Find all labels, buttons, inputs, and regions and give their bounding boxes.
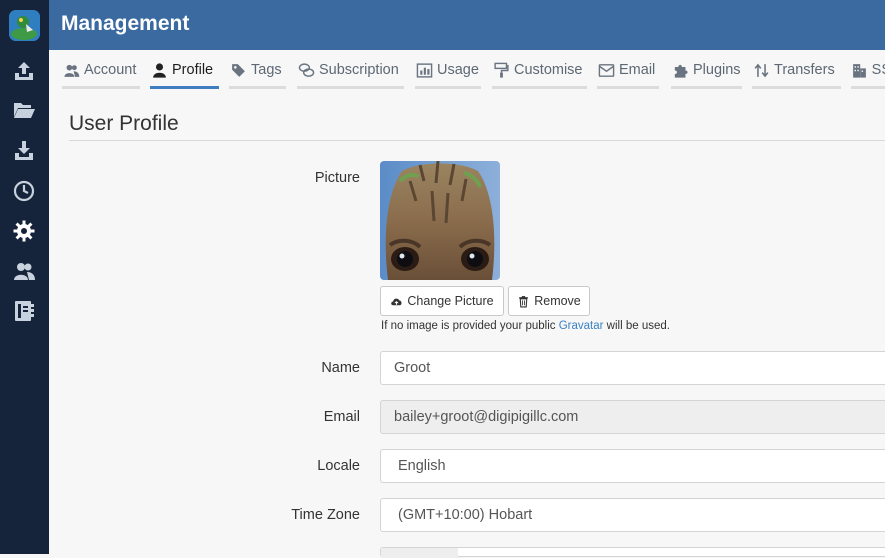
tab-label: Subscription	[319, 62, 399, 78]
clock-icon[interactable]	[10, 178, 38, 204]
tab-usage[interactable]: Usage	[415, 50, 481, 90]
name-field[interactable]: Groot	[380, 351, 885, 385]
building-icon	[851, 62, 869, 79]
name-label: Name	[321, 360, 360, 376]
timezone-select[interactable]: (GMT+10:00) Hobart	[380, 498, 885, 532]
tab-tags[interactable]: Tags	[229, 50, 286, 90]
gear-icon[interactable]	[10, 218, 38, 244]
picture-help-text: If no image is provided your public Grav…	[381, 320, 670, 332]
page-title: User Profile	[69, 112, 179, 135]
remove-picture-label: Remove	[534, 294, 581, 308]
coins-icon	[297, 62, 316, 79]
tab-label: Transfers	[774, 62, 835, 78]
tab-plugins[interactable]: Plugins	[671, 50, 742, 90]
locale-select[interactable]: English	[380, 449, 885, 483]
app-logo[interactable]	[9, 10, 40, 41]
remove-picture-button[interactable]: Remove	[508, 286, 590, 316]
download-icon[interactable]	[10, 138, 38, 164]
tab-profile[interactable]: Profile	[150, 50, 219, 90]
tab-transfers[interactable]: Transfers	[752, 50, 841, 90]
user-icon	[150, 62, 169, 79]
locale-label: Locale	[317, 458, 360, 474]
email-label: Email	[323, 409, 360, 425]
gravatar-link[interactable]: Gravatar	[559, 320, 604, 332]
next-field-partial[interactable]	[380, 547, 885, 558]
tab-label: Account	[84, 62, 137, 78]
tab-label: Customise	[514, 62, 583, 78]
address-book-icon[interactable]	[10, 298, 38, 324]
header-title: Management	[61, 12, 190, 35]
tab-label: Tags	[251, 62, 282, 78]
tab-label: Profile	[172, 62, 214, 78]
bar-chart-icon	[415, 62, 434, 79]
tab-label: SS	[871, 62, 885, 78]
folder-open-icon[interactable]	[10, 97, 38, 123]
puzzle-icon	[671, 62, 690, 79]
profile-picture	[380, 161, 500, 280]
change-picture-button[interactable]: Change Picture	[380, 286, 504, 316]
arrows-updown-icon	[752, 62, 771, 79]
envelope-icon	[597, 62, 616, 79]
tab-customise[interactable]: Customise	[492, 50, 587, 90]
tab-subscription[interactable]: Subscription	[297, 50, 404, 90]
paint-roller-icon	[492, 62, 511, 79]
tab-label: Email	[619, 62, 656, 78]
users-icon[interactable]	[10, 258, 38, 284]
upload-icon[interactable]	[10, 58, 38, 84]
tab-account[interactable]: Account	[62, 50, 140, 90]
tab-bar: Account Profile Tags Subscription Usage …	[49, 50, 885, 90]
email-field: bailey+groot@digipigillc.com	[380, 400, 885, 434]
sidebar	[0, 0, 49, 554]
change-picture-label: Change Picture	[407, 294, 494, 308]
tab-label: Plugins	[693, 62, 741, 78]
users-icon	[62, 62, 81, 79]
timezone-label: Time Zone	[291, 507, 360, 523]
tab-ss[interactable]: SS	[851, 50, 885, 90]
header-bar: Management	[49, 0, 885, 50]
tab-label: Usage	[437, 62, 479, 78]
tag-icon	[229, 62, 248, 79]
trash-icon	[519, 295, 529, 307]
title-divider	[69, 140, 885, 141]
tab-email[interactable]: Email	[597, 50, 659, 90]
cloud-upload-icon	[391, 298, 402, 305]
picture-label: Picture	[314, 170, 360, 186]
